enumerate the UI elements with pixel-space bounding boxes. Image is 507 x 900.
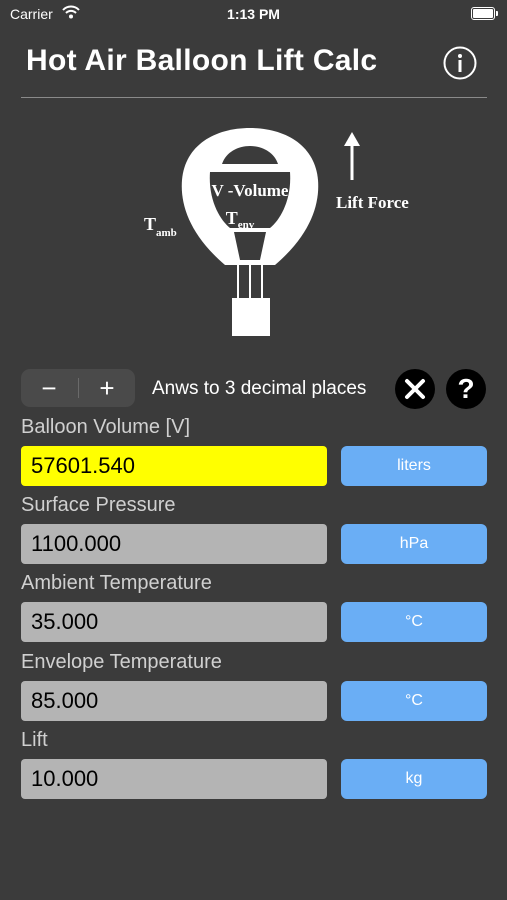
lift-force-label: Lift Force [336, 193, 409, 212]
surface-pressure-label: Surface Pressure [21, 494, 176, 516]
t-env-label: T [226, 208, 238, 228]
decrement-button[interactable]: − [21, 369, 77, 407]
page-title: Hot Air Balloon Lift Calc [26, 44, 378, 77]
status-bar: Carrier 1:13 PM [0, 0, 507, 28]
increment-button[interactable]: + [79, 369, 135, 407]
battery-icon [471, 7, 498, 20]
ambient-temperature-input[interactable]: 35.000 [21, 602, 327, 642]
decimals-label: Anws to 3 decimal places [152, 378, 367, 399]
envelope-temperature-input[interactable]: 85.000 [21, 681, 327, 721]
surface-pressure-input[interactable]: 1100.000 [21, 524, 327, 564]
lift-input[interactable]: 10.000 [21, 759, 327, 799]
envelope-temperature-label: Envelope Temperature [21, 651, 222, 673]
ambient-temperature-label: Ambient Temperature [21, 572, 212, 594]
lift-unit-button[interactable]: kg [341, 759, 487, 799]
balloon-volume-input[interactable]: 57601.540 [21, 446, 327, 486]
header-divider [21, 97, 487, 98]
t-amb-label: T [144, 214, 156, 234]
t-env-subscript: env [238, 219, 255, 231]
info-icon[interactable] [443, 46, 477, 80]
lift-label: Lift [21, 729, 48, 751]
volume-unit-button[interactable]: liters [341, 446, 487, 486]
decimals-stepper[interactable]: − + [21, 369, 135, 407]
help-button[interactable]: ? [446, 369, 486, 409]
close-icon [405, 379, 425, 399]
t-amb-subscript: amb [156, 227, 177, 239]
svg-text:Tamb: Tamb [144, 214, 177, 239]
status-time: 1:13 PM [227, 6, 280, 22]
balloon-diagram: V -Volume Tenv Tamb Lift Force [144, 128, 409, 336]
pressure-unit-button[interactable]: hPa [341, 524, 487, 564]
balloon-basket [232, 298, 270, 336]
ambient-temp-unit-button[interactable]: °C [341, 602, 487, 642]
volume-label: V -Volume [212, 181, 289, 200]
clear-button[interactable] [395, 369, 435, 409]
balloon-volume-label: Balloon Volume [V] [21, 416, 190, 438]
envelope-temp-unit-button[interactable]: °C [341, 681, 487, 721]
